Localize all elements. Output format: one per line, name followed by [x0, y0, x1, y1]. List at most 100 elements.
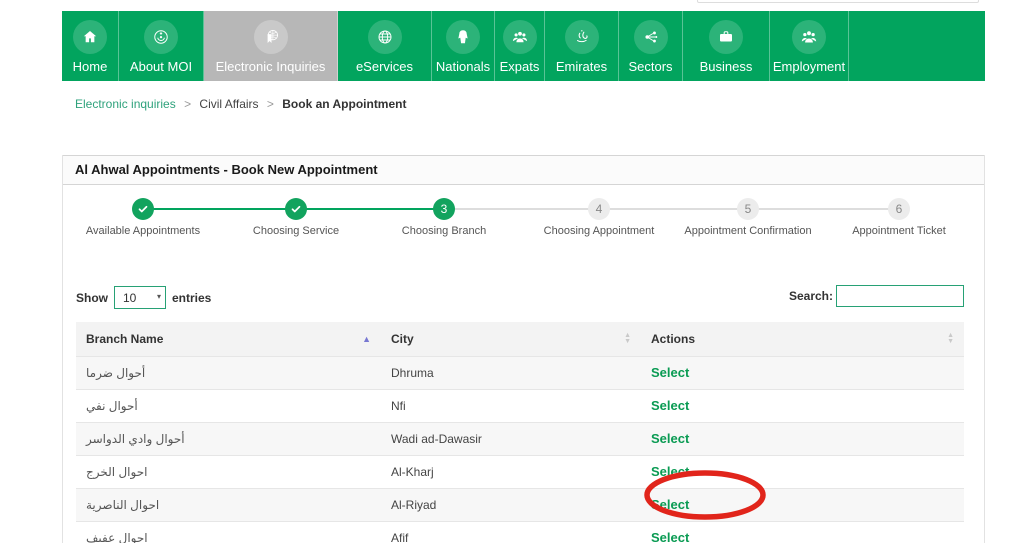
- nav-tab-electronic-inquiries[interactable]: Electronic Inquiries: [204, 11, 338, 81]
- breadcrumb-current-page: Book an Appointment: [282, 97, 407, 111]
- step-appointment-ticket: 6 Appointment Ticket: [819, 198, 979, 237]
- calligraphy-icon: [564, 20, 599, 54]
- select-button[interactable]: Select: [651, 365, 689, 380]
- search-input[interactable]: [836, 285, 964, 307]
- step-label: Available Appointments: [85, 225, 201, 237]
- breadcrumb-separator: >: [184, 97, 192, 111]
- breadcrumb: Electronic inquiries > Civil Affairs > B…: [75, 97, 406, 111]
- people-icon: [792, 20, 826, 54]
- column-label: Branch Name: [86, 331, 164, 346]
- nav-label: Expats: [499, 59, 540, 74]
- nav-filler: [849, 11, 985, 81]
- step-number: 3: [433, 198, 455, 220]
- nav-label: About MOI: [129, 59, 193, 74]
- select-button[interactable]: Select: [651, 431, 689, 446]
- city-cell: Wadi ad-Dawasir: [381, 421, 641, 455]
- page-size-select-wrap: 10 ▾: [114, 286, 166, 309]
- breadcrumb-electronic-inquiries[interactable]: Electronic inquiries: [75, 97, 176, 111]
- city-cell: Al-Kharj: [381, 454, 641, 488]
- step-choosing-branch: 3 Choosing Branch: [364, 198, 524, 237]
- moi-emblem-icon: [144, 20, 178, 54]
- nav-tab-eservices[interactable]: eServices: [338, 11, 432, 81]
- table-header-row: Branch Name ▲ City ▲ ▼ Actions ▲ ▼: [76, 322, 964, 356]
- select-button[interactable]: Select: [651, 530, 689, 543]
- nav-label: Sectors: [628, 59, 673, 74]
- select-button[interactable]: Select: [651, 398, 689, 413]
- breadcrumb-civil-affairs[interactable]: Civil Affairs: [199, 97, 258, 111]
- nav-tab-business[interactable]: Business: [683, 11, 770, 81]
- nav-tab-emirates[interactable]: Emirates: [545, 11, 619, 81]
- nav-tab-expats[interactable]: Expats: [495, 11, 545, 81]
- step-available-appointments: Available Appointments: [63, 198, 223, 237]
- national-person-icon: [446, 20, 480, 54]
- page-size-control: Show 10 ▾ entries: [76, 286, 211, 309]
- city-cell: Dhruma: [381, 355, 641, 389]
- branch-name-cell: أحوال نفي: [76, 388, 381, 422]
- nav-label: Home: [72, 59, 108, 74]
- nav-tab-about-moi[interactable]: About MOI: [119, 11, 204, 81]
- show-label: Show: [76, 290, 108, 305]
- branch-name-cell: أحوال ضرما: [76, 355, 381, 389]
- nav-label: Nationals: [435, 59, 491, 74]
- nav-tab-home[interactable]: Home: [62, 11, 119, 81]
- step-label: Choosing Appointment: [543, 225, 655, 237]
- column-label: City: [391, 331, 414, 346]
- city-cell: Al-Riyad: [381, 487, 641, 521]
- nav-label: Employment: [772, 59, 846, 74]
- step-choosing-appointment: 4 Choosing Appointment: [519, 198, 679, 237]
- main-navigation: Home About MOI Electronic Inquiries eSer…: [62, 11, 985, 81]
- check-icon: [285, 198, 307, 220]
- nav-tab-sectors[interactable]: Sectors: [619, 11, 683, 81]
- top-search-box-remnant[interactable]: [697, 0, 979, 3]
- step-wizard: Available Appointments Choosing Service …: [63, 185, 984, 271]
- step-label: Appointment Ticket: [852, 225, 946, 237]
- breadcrumb-separator: >: [266, 97, 274, 111]
- column-header-city[interactable]: City ▲ ▼: [381, 322, 641, 356]
- select-button[interactable]: Select: [651, 464, 689, 479]
- select-button[interactable]: Select: [651, 497, 689, 512]
- table-toolbar: Show 10 ▾ entries Search:: [76, 285, 964, 310]
- sort-icon: ▲ ▼: [947, 331, 954, 345]
- branch-name-cell: احوال الناصرية: [76, 487, 381, 521]
- branch-name-cell: احوال عفيف: [76, 520, 381, 543]
- sort-icon: ▲ ▼: [624, 331, 631, 345]
- network-icon: [633, 20, 668, 54]
- nav-label: Emirates: [555, 59, 608, 74]
- branches-table: Branch Name ▲ City ▲ ▼ Actions ▲ ▼ أحوال…: [76, 322, 964, 543]
- step-label: Choosing Service: [252, 225, 340, 237]
- city-cell: Afif: [381, 520, 641, 543]
- step-label: Appointment Confirmation: [684, 225, 812, 237]
- panel-title: Al Ahwal Appointments - Book New Appoint…: [63, 155, 984, 185]
- check-icon: [132, 198, 154, 220]
- branch-name-cell: احوال الخرج: [76, 454, 381, 488]
- table-row: احوال الخرج Al-Kharj Select: [76, 454, 964, 488]
- page-size-select[interactable]: 10: [114, 286, 166, 309]
- briefcase-icon: [709, 20, 743, 54]
- nav-label: eServices: [355, 59, 414, 74]
- table-row: أحوال وادي الدواسر Wadi ad-Dawasir Selec…: [76, 421, 964, 455]
- globe-icon: [367, 20, 402, 54]
- table-row: احوال عفيف Afif Select: [76, 520, 964, 543]
- nav-tab-nationals[interactable]: Nationals: [432, 11, 495, 81]
- column-header-actions[interactable]: Actions ▲ ▼: [641, 322, 964, 356]
- search-label: Search:: [788, 289, 833, 303]
- home-icon: [73, 20, 107, 54]
- column-label: Actions: [651, 331, 696, 346]
- nav-label: Business: [699, 59, 753, 74]
- appointment-panel: Al Ahwal Appointments - Book New Appoint…: [62, 155, 985, 543]
- step-label: Choosing Branch: [401, 225, 487, 237]
- inquiries-icon: [253, 20, 288, 54]
- city-cell: Nfi: [381, 388, 641, 422]
- nav-label: Electronic Inquiries: [215, 59, 326, 74]
- entries-label: entries: [172, 290, 212, 305]
- group-icon: [502, 20, 537, 54]
- table-row-highlighted: احوال الناصرية Al-Riyad Select: [76, 487, 964, 521]
- step-appointment-confirmation: 5 Appointment Confirmation: [668, 198, 828, 237]
- step-number: 4: [588, 198, 610, 220]
- step-number: 5: [737, 198, 759, 220]
- step-choosing-service: Choosing Service: [216, 198, 376, 237]
- nav-tab-employment[interactable]: Employment: [770, 11, 849, 81]
- column-header-branch-name[interactable]: Branch Name ▲: [76, 322, 381, 356]
- table-row: أحوال نفي Nfi Select: [76, 388, 964, 422]
- branch-name-cell: أحوال وادي الدواسر: [76, 421, 381, 455]
